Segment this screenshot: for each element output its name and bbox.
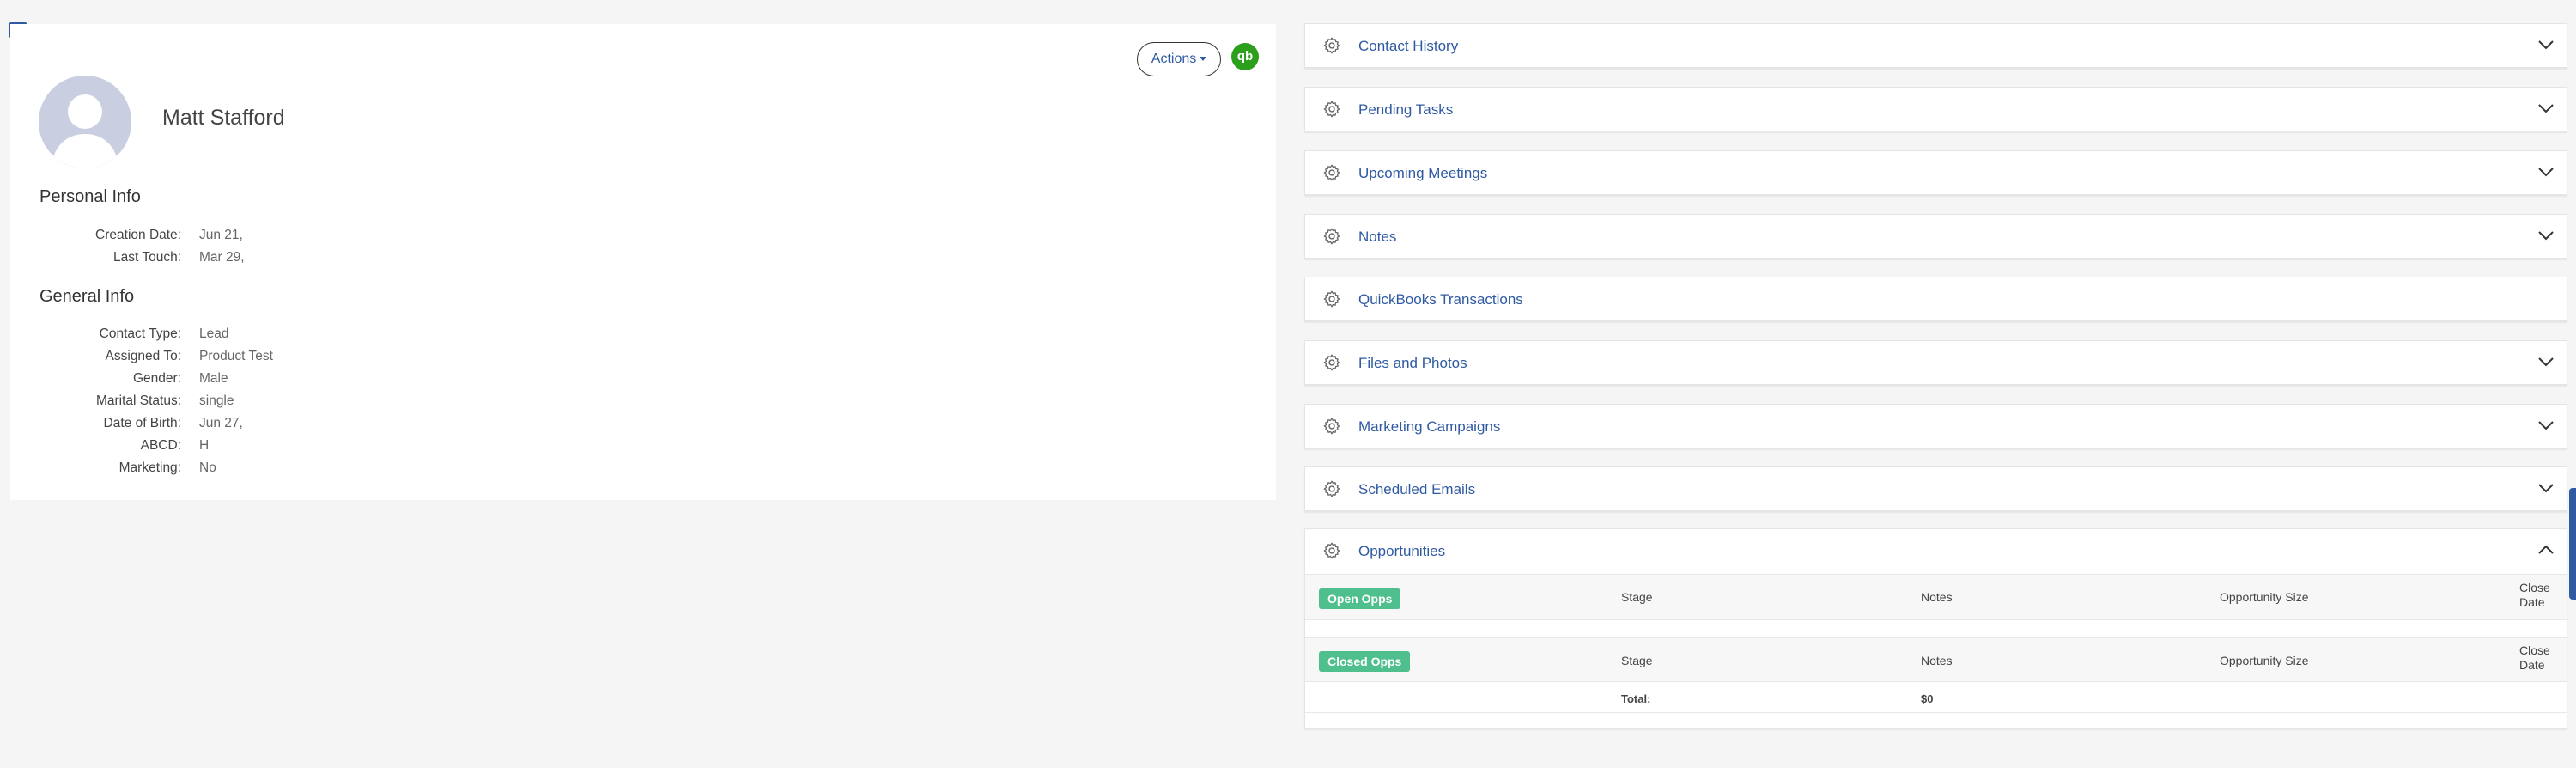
info-label: Marital Status: <box>95 393 181 408</box>
info-row-last-touch: Last Touch: Mar 29, <box>10 250 440 269</box>
info-value: No <box>199 460 216 475</box>
opportunities-header[interactable]: Opportunities <box>1305 529 2567 574</box>
general-info-title: General Info <box>39 287 135 306</box>
chevron-down-icon[interactable] <box>2537 482 2555 494</box>
info-row-abcd: ABCD: H <box>10 438 440 457</box>
panel-files-and-photos[interactable]: Files and Photos <box>1304 340 2567 385</box>
chevron-down-icon[interactable] <box>2537 166 2555 178</box>
info-value: Lead <box>199 326 229 341</box>
caret-down-icon <box>1200 57 1207 62</box>
gear-icon[interactable] <box>1322 163 1341 182</box>
column-close-line1: Close <box>2519 643 2550 657</box>
info-value: Product Test <box>199 349 273 363</box>
info-label: Contact Type: <box>99 326 181 341</box>
column-close-line1: Close <box>2519 581 2550 594</box>
chevron-down-icon[interactable] <box>2537 356 2555 368</box>
open-opps-badge: Open Opps <box>1319 588 1401 609</box>
info-row-contact-type: Contact Type: Lead <box>10 326 440 345</box>
gear-icon[interactable] <box>1322 227 1341 246</box>
column-close-date: Close Date <box>2519 643 2550 673</box>
info-label: Date of Birth: <box>103 416 181 430</box>
total-row: Total: $0 <box>1305 682 2567 713</box>
avatar <box>39 76 131 168</box>
chevron-down-icon[interactable] <box>2537 229 2555 241</box>
info-row-assigned-to: Assigned To: Product Test <box>10 349 440 368</box>
panel-title[interactable]: Files and Photos <box>1358 355 1467 372</box>
contact-card: Actions qb Matt Stafford Personal Info C… <box>10 24 1276 500</box>
gear-icon[interactable] <box>1322 36 1341 55</box>
column-stage: Stage <box>1621 654 1653 667</box>
gear-icon[interactable] <box>1322 290 1341 308</box>
panel-marketing-campaigns[interactable]: Marketing Campaigns <box>1304 404 2567 448</box>
info-row-date-of-birth: Date of Birth: Jun 27, <box>10 416 440 435</box>
total-value: $0 <box>1921 692 1934 705</box>
column-close-line2: Date <box>2519 658 2545 672</box>
info-row-gender: Gender: Male <box>10 371 440 390</box>
column-notes: Notes <box>1921 590 1953 604</box>
total-label: Total: <box>1621 692 1651 705</box>
info-label: Marketing: <box>118 460 181 475</box>
gear-icon[interactable] <box>1322 100 1341 119</box>
info-value: Mar 29, <box>199 250 245 265</box>
panel-quickbooks-transactions[interactable]: QuickBooks Transactions <box>1304 277 2567 321</box>
quickbooks-icon[interactable]: qb <box>1231 43 1259 70</box>
panel-title[interactable]: Marketing Campaigns <box>1358 418 1500 436</box>
info-label: Last Touch: <box>113 250 181 265</box>
panel-upcoming-meetings[interactable]: Upcoming Meetings <box>1304 150 2567 195</box>
info-label: Creation Date: <box>95 228 181 242</box>
info-label: Assigned To: <box>105 349 181 363</box>
panel-notes[interactable]: Notes <box>1304 214 2567 259</box>
column-opportunity-size: Opportunity Size <box>2220 590 2309 604</box>
column-opportunity-size: Opportunity Size <box>2220 654 2309 667</box>
panel-title[interactable]: QuickBooks Transactions <box>1358 291 1523 308</box>
contact-name: Matt Stafford <box>162 106 285 130</box>
panel-pending-tasks[interactable]: Pending Tasks <box>1304 87 2567 131</box>
chevron-up-icon[interactable] <box>2537 544 2555 556</box>
info-label: Gender: <box>132 371 181 386</box>
chevron-down-icon[interactable] <box>2537 419 2555 431</box>
info-label: ABCD: <box>140 438 181 453</box>
chevron-down-icon[interactable] <box>2537 39 2555 51</box>
column-stage: Stage <box>1621 590 1653 604</box>
gear-icon[interactable] <box>1322 541 1341 560</box>
column-close-line2: Date <box>2519 595 2545 609</box>
info-value: H <box>199 438 210 453</box>
panel-opportunities: Opportunities Open Opps Stage Notes Oppo… <box>1304 528 2567 728</box>
actions-button[interactable]: Actions <box>1137 42 1221 76</box>
closed-opps-header-row: Closed Opps Stage Notes Opportunity Size… <box>1305 637 2567 682</box>
chevron-down-icon[interactable] <box>2537 102 2555 114</box>
info-value: Jun 27, <box>199 416 243 430</box>
personal-info-title: Personal Info <box>39 187 141 206</box>
info-value: Jun 21, <box>199 228 243 242</box>
panel-title[interactable]: Pending Tasks <box>1358 101 1453 119</box>
panel-title[interactable]: Upcoming Meetings <box>1358 165 1487 182</box>
info-value: single <box>199 393 234 408</box>
info-row-creation-date: Creation Date: Jun 21, <box>10 228 440 247</box>
column-notes: Notes <box>1921 654 1953 667</box>
panel-title[interactable]: Contact History <box>1358 38 1458 55</box>
scrollbar-thumb[interactable] <box>2569 488 2576 600</box>
info-row-marital-status: Marital Status: single <box>10 393 440 412</box>
closed-opps-badge: Closed Opps <box>1319 651 1411 672</box>
info-row-marketing: Marketing: No <box>10 460 440 479</box>
gear-icon[interactable] <box>1322 417 1341 436</box>
gear-icon[interactable] <box>1322 479 1341 498</box>
panel-title[interactable]: Opportunities <box>1358 543 1445 560</box>
panel-contact-history[interactable]: Contact History <box>1304 23 2567 68</box>
panel-title[interactable]: Scheduled Emails <box>1358 481 1475 498</box>
info-value: Male <box>199 371 228 386</box>
panel-title[interactable]: Notes <box>1358 229 1396 246</box>
open-opps-header-row: Open Opps Stage Notes Opportunity Size C… <box>1305 574 2567 620</box>
gear-icon[interactable] <box>1322 353 1341 372</box>
column-close-date: Close Date <box>2519 581 2550 610</box>
actions-label: Actions <box>1151 52 1197 66</box>
panel-scheduled-emails[interactable]: Scheduled Emails <box>1304 466 2567 511</box>
